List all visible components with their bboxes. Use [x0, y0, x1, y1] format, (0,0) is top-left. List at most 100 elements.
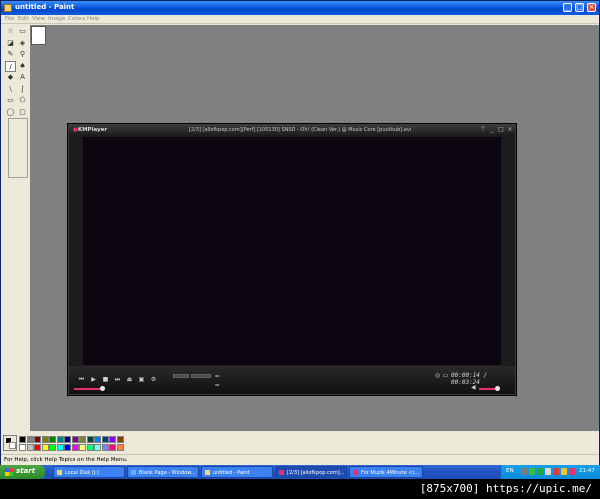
stop-icon[interactable]: ■: [101, 375, 110, 384]
menu-colors[interactable]: Colors: [68, 16, 85, 22]
pencil-icon[interactable]: /: [5, 60, 16, 72]
palette-swatch[interactable]: [19, 436, 26, 443]
km-maximize-icon[interactable]: □: [497, 126, 505, 134]
tray-messenger-icon[interactable]: [561, 468, 567, 475]
task-for-muzik[interactable]: For Muzik 4Minute <)...: [349, 466, 423, 478]
tray-alert-icon[interactable]: [553, 468, 559, 475]
minimize-button[interactable]: _: [563, 3, 572, 12]
settings-icon[interactable]: ⚙: [149, 375, 158, 384]
fill-icon[interactable]: ◈: [17, 38, 28, 49]
menu-view[interactable]: View: [32, 16, 45, 22]
text-icon[interactable]: A: [17, 72, 28, 83]
menu-edit[interactable]: Edit: [18, 16, 29, 22]
palette-swatch[interactable]: [94, 436, 101, 443]
menu-help[interactable]: Help: [87, 16, 100, 22]
eraser-icon[interactable]: ◪: [5, 38, 16, 49]
toolbox: ☆ ▭ ◪ ◈ ✎ ⚲ / ♠ ◆ A \ ∫ ▭ ⬠ ◯ ▢: [3, 26, 29, 431]
palette-swatch[interactable]: [56, 436, 64, 443]
system-tray: EN 21:47: [500, 465, 600, 479]
status-bar: For Help, click Help Topics on the Help …: [1, 454, 599, 465]
km-mode-button-1[interactable]: [173, 374, 189, 378]
video-area[interactable]: [83, 137, 501, 365]
km-capture-icon[interactable]: ▭: [441, 371, 450, 380]
task-local-disk[interactable]: Local Disk (J:): [53, 466, 125, 478]
polygon-icon[interactable]: ⬠: [17, 95, 28, 106]
palette-swatch[interactable]: [109, 436, 116, 443]
tray-security-icon[interactable]: [537, 468, 543, 475]
current-colors[interactable]: [3, 435, 17, 451]
km-close-icon[interactable]: ×: [506, 126, 514, 134]
seek-handle[interactable]: [100, 386, 105, 391]
palette-swatch[interactable]: [94, 444, 101, 451]
language-indicator[interactable]: EN: [506, 468, 514, 474]
tool-options-box[interactable]: [8, 118, 28, 178]
kmplayer-controls: ⏮ ▶ ■ ⏭ ⏏ ▣ ⚙ ▸▸ ▸▸ ◎ ▭ 00:00:14 / 00:03…: [69, 366, 515, 394]
tray-network-icon[interactable]: [529, 468, 535, 475]
palette-swatch[interactable]: [79, 436, 86, 443]
kmplayer-titlebar[interactable]: ●KMPlayer [2/3] [allofkpop.com][Perf] [1…: [69, 125, 515, 136]
palette-swatch[interactable]: [49, 444, 56, 451]
menu-image[interactable]: Image: [48, 16, 65, 22]
task-blank-page[interactable]: Blank Page - Window...: [127, 466, 199, 478]
play-icon[interactable]: ▶: [89, 375, 98, 384]
line-icon[interactable]: \: [5, 84, 16, 95]
curve-icon[interactable]: ∫: [17, 84, 28, 95]
prev-icon[interactable]: ⏮: [77, 375, 86, 384]
task-paint[interactable]: untitled - Paint: [201, 466, 273, 478]
ie-icon: [131, 470, 136, 475]
palette-swatch[interactable]: [49, 436, 56, 443]
frame-step-icon[interactable]: ▸▸ ▸▸: [213, 371, 222, 387]
palette-swatch[interactable]: [64, 436, 71, 443]
palette-swatch[interactable]: [101, 436, 109, 443]
palette-swatch[interactable]: [41, 436, 49, 443]
volume-icon[interactable]: ◀: [471, 384, 476, 391]
close-button[interactable]: ×: [587, 3, 596, 12]
km-minimize-icon[interactable]: _: [488, 126, 496, 134]
volume-handle[interactable]: [495, 386, 500, 391]
brush-icon[interactable]: ♠: [17, 61, 28, 72]
eject-icon[interactable]: ⏏: [125, 375, 134, 384]
palette-swatch[interactable]: [109, 444, 116, 451]
palette-swatch[interactable]: [116, 444, 124, 451]
playlist-icon[interactable]: ▣: [137, 375, 146, 384]
next-icon[interactable]: ⏭: [113, 375, 122, 384]
palette-swatch[interactable]: [79, 444, 86, 451]
free-select-icon[interactable]: ☆: [5, 26, 16, 37]
airbrush-icon[interactable]: ◆: [5, 72, 16, 83]
magnifier-icon[interactable]: ⚲: [17, 49, 28, 60]
watermark-text: [875x700] https://upic.me/: [419, 482, 592, 495]
palette-swatch[interactable]: [26, 444, 34, 451]
paint-canvas[interactable]: [31, 26, 46, 45]
palette-swatch[interactable]: [34, 436, 41, 443]
start-button[interactable]: start: [0, 465, 45, 479]
rounded-rect-icon[interactable]: ▢: [17, 107, 28, 118]
palette-swatch[interactable]: [26, 436, 34, 443]
tray-app-icon[interactable]: [521, 468, 527, 475]
seek-bar[interactable]: [74, 388, 102, 390]
palette-swatch[interactable]: [41, 444, 49, 451]
km-mode-button-2[interactable]: [191, 374, 211, 378]
palette-swatch[interactable]: [101, 444, 109, 451]
paint-titlebar[interactable]: untitled - Paint _ □ ×: [1, 1, 599, 15]
color-palette: [1, 432, 599, 454]
km-pin-icon[interactable]: ⊤: [479, 126, 487, 134]
palette-swatch[interactable]: [116, 436, 124, 443]
maximize-button[interactable]: □: [575, 3, 584, 12]
tray-kmplayer-icon[interactable]: [569, 468, 575, 475]
palette-swatch[interactable]: [86, 436, 94, 443]
folder-icon: [57, 470, 62, 475]
rectangle-icon[interactable]: ▭: [5, 95, 16, 106]
menu-file[interactable]: File: [5, 16, 14, 22]
palette-swatch[interactable]: [56, 444, 64, 451]
palette-swatch[interactable]: [64, 444, 71, 451]
palette-swatch[interactable]: [71, 436, 79, 443]
select-icon[interactable]: ▭: [17, 26, 28, 37]
ellipse-icon[interactable]: ◯: [5, 107, 16, 118]
palette-swatch[interactable]: [71, 444, 79, 451]
task-kmplayer[interactable]: [2/3] [allofkpop.com]...: [275, 466, 347, 478]
palette-swatch[interactable]: [86, 444, 94, 451]
tray-volume-icon[interactable]: [545, 468, 551, 475]
palette-swatch[interactable]: [34, 444, 41, 451]
pick-color-icon[interactable]: ✎: [5, 49, 16, 60]
palette-swatch[interactable]: [19, 444, 26, 451]
